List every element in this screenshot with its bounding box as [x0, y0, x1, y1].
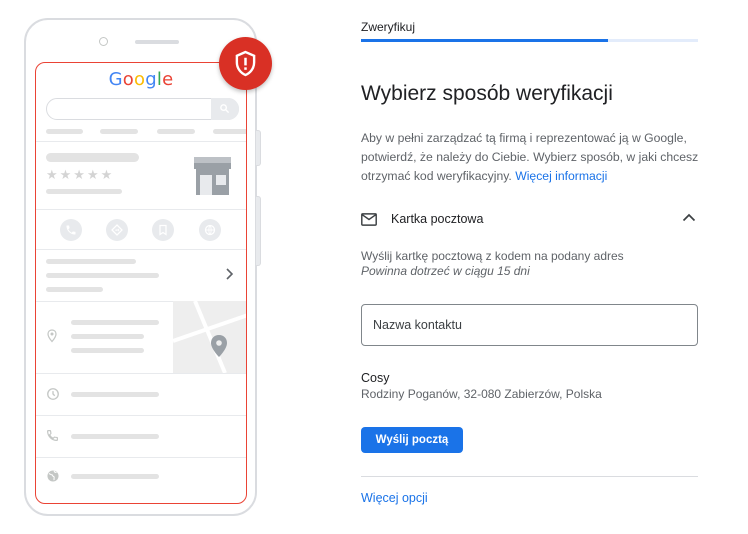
text-placeholder	[71, 392, 159, 397]
phone-action-placeholder	[60, 219, 82, 241]
postcard-method-header[interactable]: Kartka pocztowa	[361, 210, 698, 230]
text-placeholder	[46, 273, 159, 278]
camera-dot	[99, 37, 108, 46]
divider	[36, 373, 246, 374]
tab-placeholder	[213, 129, 246, 134]
search-icon	[220, 104, 230, 114]
directions-icon	[111, 224, 123, 236]
step-label: Zweryfikuj	[361, 20, 416, 34]
map-thumbnail	[173, 301, 246, 373]
text-placeholder	[71, 334, 144, 339]
verification-badge	[219, 37, 272, 90]
google-logo: Google	[36, 69, 246, 90]
divider	[36, 209, 246, 210]
map-pin-icon	[211, 335, 227, 357]
logo-letter: G	[108, 69, 123, 90]
divider	[36, 249, 246, 250]
location-pin-icon	[47, 329, 57, 343]
shield-alert-icon	[235, 50, 256, 77]
phone-side-button	[256, 130, 261, 166]
progress-fill	[361, 39, 608, 42]
website-action-placeholder	[199, 219, 221, 241]
contact-name-field[interactable]	[361, 304, 698, 346]
website-icon	[204, 224, 216, 236]
text-placeholder	[46, 259, 136, 264]
bookmark-icon	[159, 224, 167, 236]
method-label: Kartka pocztowa	[391, 212, 484, 226]
business-name-placeholder	[46, 153, 139, 162]
tab-placeholder	[100, 129, 138, 134]
directions-action-placeholder	[106, 219, 128, 241]
progress-bar	[361, 39, 698, 42]
business-address: Rodziny Poganów, 32-080 Zabierzów, Polsk…	[361, 387, 602, 401]
chevron-up-icon[interactable]	[682, 213, 696, 222]
phone-side-button	[256, 196, 261, 266]
divider	[36, 141, 246, 142]
clock-icon	[47, 388, 59, 400]
search-bar-placeholder	[46, 98, 239, 120]
phone-icon	[66, 225, 76, 235]
text-placeholder	[46, 287, 103, 292]
phone-screen: Google ★★★★★	[35, 62, 247, 504]
more-info-link[interactable]: Więcej informacji	[515, 169, 607, 183]
page-title: Wybierz sposób weryfikacji	[361, 82, 613, 105]
phone-icon	[47, 430, 58, 441]
method-eta: Powinna dotrzeć w ciągu 15 dni	[361, 264, 530, 278]
logo-letter: e	[162, 69, 174, 90]
mail-icon	[361, 213, 377, 226]
text-placeholder	[71, 348, 144, 353]
description: Aby w pełni zarządzać tą firmą i repreze…	[361, 129, 701, 186]
send-by-mail-button[interactable]: Wyślij pocztą	[361, 427, 463, 453]
tab-placeholder	[46, 129, 83, 134]
more-options-link[interactable]: Więcej opcji	[361, 491, 428, 505]
logo-letter: o	[122, 69, 135, 90]
text-placeholder	[71, 320, 159, 325]
speaker-bar	[135, 40, 179, 44]
rating-stars: ★★★★★	[46, 167, 115, 182]
business-name: Cosy	[361, 371, 390, 385]
logo-letter: o	[134, 69, 146, 90]
text-placeholder	[71, 474, 159, 479]
text-placeholder	[71, 434, 159, 439]
method-info: Wyślij kartkę pocztową z kodem na podany…	[361, 249, 624, 263]
divider	[361, 476, 698, 477]
logo-letter: g	[145, 69, 157, 90]
search-button-placeholder	[211, 98, 239, 120]
storefront-icon	[194, 157, 231, 195]
save-action-placeholder	[152, 219, 174, 241]
divider	[36, 415, 246, 416]
divider	[36, 457, 246, 458]
globe-icon	[47, 470, 59, 482]
chevron-right-icon	[226, 268, 234, 280]
tab-placeholder	[157, 129, 195, 134]
contact-name-input[interactable]	[373, 305, 683, 345]
business-meta-placeholder	[46, 189, 122, 194]
